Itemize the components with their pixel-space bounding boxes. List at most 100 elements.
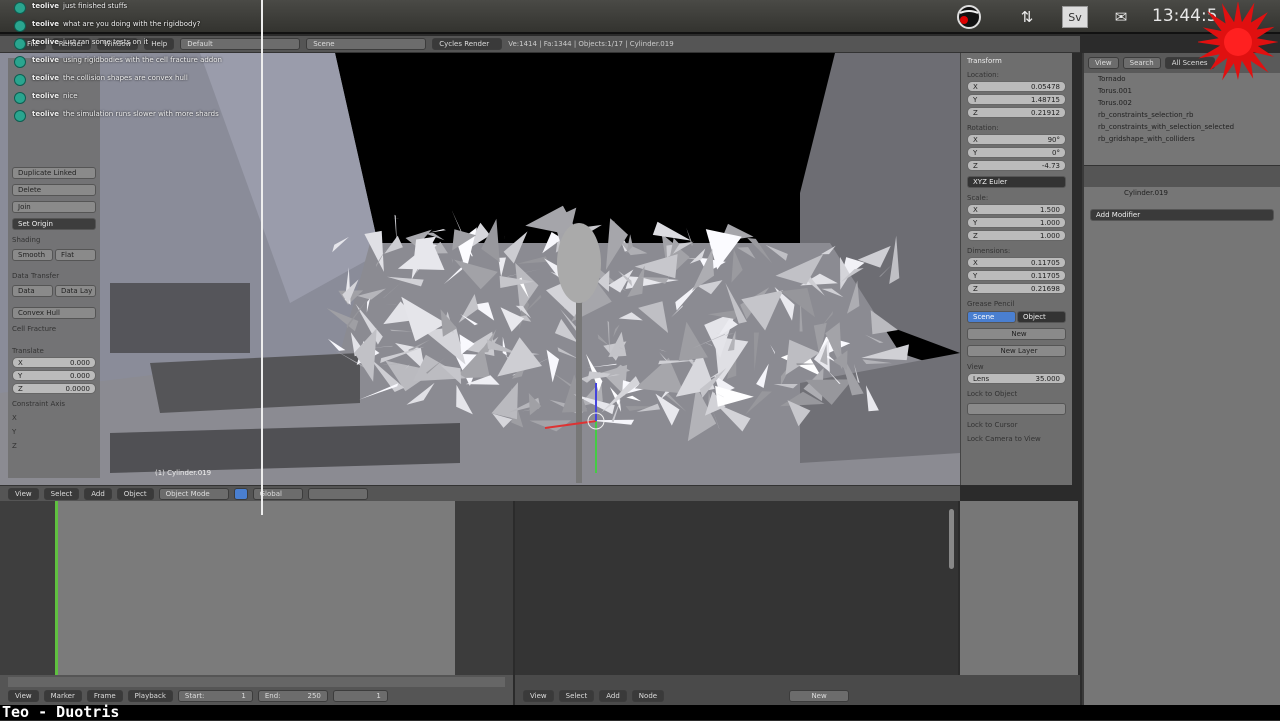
timeline-menu-view[interactable]: View <box>8 690 39 702</box>
delete-button[interactable]: Delete <box>12 184 96 196</box>
chat-message: teolivenice <box>14 92 244 104</box>
vector-x-field[interactable]: X0.000 <box>12 357 96 368</box>
network-arrows-icon[interactable]: ⇅ <box>1015 6 1039 28</box>
location-x-field[interactable]: X0.05478 <box>967 81 1066 92</box>
dimension-y-field[interactable]: Y0.11705 <box>967 270 1066 281</box>
sv-language-icon[interactable]: Sv <box>1062 6 1088 28</box>
user-avatar <box>14 74 26 86</box>
red-splat-icon <box>1198 2 1278 82</box>
node-menu-view[interactable]: View <box>523 690 554 702</box>
chat-message: teolivethe simulation runs slower with m… <box>14 110 244 122</box>
rotation-x-field[interactable]: X90° <box>967 134 1066 145</box>
smooth-button[interactable]: Smooth <box>12 249 53 261</box>
data-transfer-label: Data Transfer <box>12 272 96 280</box>
location-label: Location: <box>967 71 1066 79</box>
node-new-button[interactable]: New <box>789 690 849 702</box>
timeline-menu-marker[interactable]: Marker <box>44 690 82 702</box>
chat-text: the collision shapes are convex hull <box>63 74 188 82</box>
node-menu-select[interactable]: Select <box>559 690 595 702</box>
properties-tabs[interactable] <box>1084 165 1280 187</box>
game-controller-icon[interactable] <box>952 6 986 28</box>
outliner-properties: View Search All Scenes TornadoTorus.001T… <box>1082 53 1280 705</box>
mail-icon[interactable]: ✉ <box>1108 6 1134 28</box>
object-name: Cylinder.019 <box>1084 187 1280 199</box>
mode-select[interactable]: Object Mode <box>159 488 229 500</box>
layers-grid[interactable] <box>308 488 368 500</box>
lock-object-field[interactable] <box>967 403 1066 415</box>
scene-select[interactable]: Scene <box>306 38 426 50</box>
add-modifier-button[interactable]: Add Modifier <box>1090 209 1274 221</box>
lens-field[interactable]: Lens35.000 <box>967 373 1066 384</box>
vector-z-field[interactable]: Z0.0000 <box>12 383 96 394</box>
flat-button[interactable]: Flat <box>55 249 96 261</box>
chat-message: teolivejust finished stuffs <box>14 2 244 14</box>
end-frame-field[interactable]: End:250 <box>258 690 328 702</box>
outliner-item[interactable]: rb_gridshape_with_colliders <box>1084 133 1280 145</box>
menu-object[interactable]: Object <box>117 488 154 500</box>
new-layer-button[interactable]: New Layer <box>967 345 1066 357</box>
outliner-view-menu[interactable]: View <box>1088 57 1119 69</box>
menu-view[interactable]: View <box>8 488 39 500</box>
outliner-search-menu[interactable]: Search <box>1123 57 1161 69</box>
shading-label: Shading <box>12 236 96 244</box>
chat-username: teolive <box>32 56 59 64</box>
chat-username: teolive <box>32 38 59 46</box>
properties-n-panel: Transform Location: X0.05478 Y1.48715 Z0… <box>960 53 1072 485</box>
menu-select[interactable]: Select <box>44 488 80 500</box>
start-frame-field[interactable]: Start:1 <box>178 690 253 702</box>
set-origin-button[interactable]: Set Origin <box>12 218 96 230</box>
dimension-x-field[interactable]: X0.11705 <box>967 257 1066 268</box>
chat-overlay: teolivejust finished stuffsteolivewhat a… <box>14 2 244 128</box>
location-y-field[interactable]: Y1.48715 <box>967 94 1066 105</box>
duplicate-linked-button[interactable]: Duplicate Linked <box>12 167 96 179</box>
cursor-line <box>261 0 263 515</box>
chat-text: just finished stuffs <box>63 2 127 10</box>
menu-add[interactable]: Add <box>84 488 112 500</box>
node-menu-add[interactable]: Add <box>599 690 627 702</box>
grease-pencil-label[interactable]: Grease Pencil <box>967 300 1066 308</box>
node-editor[interactable] <box>515 501 958 675</box>
tab-object[interactable]: Object <box>1017 311 1066 323</box>
scale-x-field[interactable]: X1.500 <box>967 204 1066 215</box>
convex-hull-button[interactable]: Convex Hull <box>12 307 96 319</box>
lock-camera-checkbox[interactable]: Lock Camera to View <box>967 435 1066 443</box>
current-frame-field[interactable]: 1 <box>333 690 388 702</box>
manipulator-icon[interactable] <box>234 488 248 500</box>
chat-message: teolive just ran some tests on it <box>14 38 244 50</box>
scale-y-field[interactable]: Y1.000 <box>967 217 1066 228</box>
outliner-item[interactable]: Torus.001 <box>1084 85 1280 97</box>
viewport-object-label: (1) Cylinder.019 <box>155 469 211 477</box>
axis-y-checkbox[interactable]: Y <box>12 428 96 436</box>
chat-text: just ran some tests on it <box>63 38 148 46</box>
outliner-item[interactable]: rb_constraints_with_selection_selected <box>1084 121 1280 133</box>
rotation-y-field[interactable]: Y0° <box>967 147 1066 158</box>
chat-username: teolive <box>32 92 59 100</box>
location-z-field[interactable]: Z0.21912 <box>967 107 1066 118</box>
view-label: View <box>967 363 1066 371</box>
scale-z-field[interactable]: Z1.000 <box>967 230 1066 241</box>
timeline-menu-frame[interactable]: Frame <box>87 690 123 702</box>
user-avatar <box>14 2 26 14</box>
axis-x-checkbox[interactable]: X <box>12 414 96 422</box>
node-menu-node[interactable]: Node <box>632 690 664 702</box>
scrollbar[interactable] <box>949 509 954 569</box>
lock-to-cursor-checkbox[interactable]: Lock to Cursor <box>967 421 1066 429</box>
render-engine-select[interactable]: Cycles Render <box>432 38 502 50</box>
join-button[interactable]: Join <box>12 201 96 213</box>
rotation-label: Rotation: <box>967 124 1066 132</box>
data-button[interactable]: Data <box>12 285 53 297</box>
outliner-item[interactable]: rb_constraints_selection_rb <box>1084 109 1280 121</box>
outliner-item[interactable]: Torus.002 <box>1084 97 1280 109</box>
data-layers-button[interactable]: Data Lay <box>55 285 96 297</box>
dimension-z-field[interactable]: Z0.21698 <box>967 283 1066 294</box>
rotation-mode-select[interactable]: XYZ Euler <box>967 176 1066 188</box>
user-avatar <box>14 38 26 50</box>
new-button[interactable]: New <box>967 328 1066 340</box>
timeline-header: View Marker Frame Playback Start:1 End:2… <box>0 675 513 705</box>
rotation-z-field[interactable]: Z-4.73 <box>967 160 1066 171</box>
tab-scene[interactable]: Scene <box>967 311 1016 323</box>
timeline-area[interactable] <box>55 501 455 675</box>
timeline-menu-playback[interactable]: Playback <box>128 690 173 702</box>
vector-y-field[interactable]: Y0.000 <box>12 370 96 381</box>
axis-z-checkbox[interactable]: Z <box>12 442 96 450</box>
